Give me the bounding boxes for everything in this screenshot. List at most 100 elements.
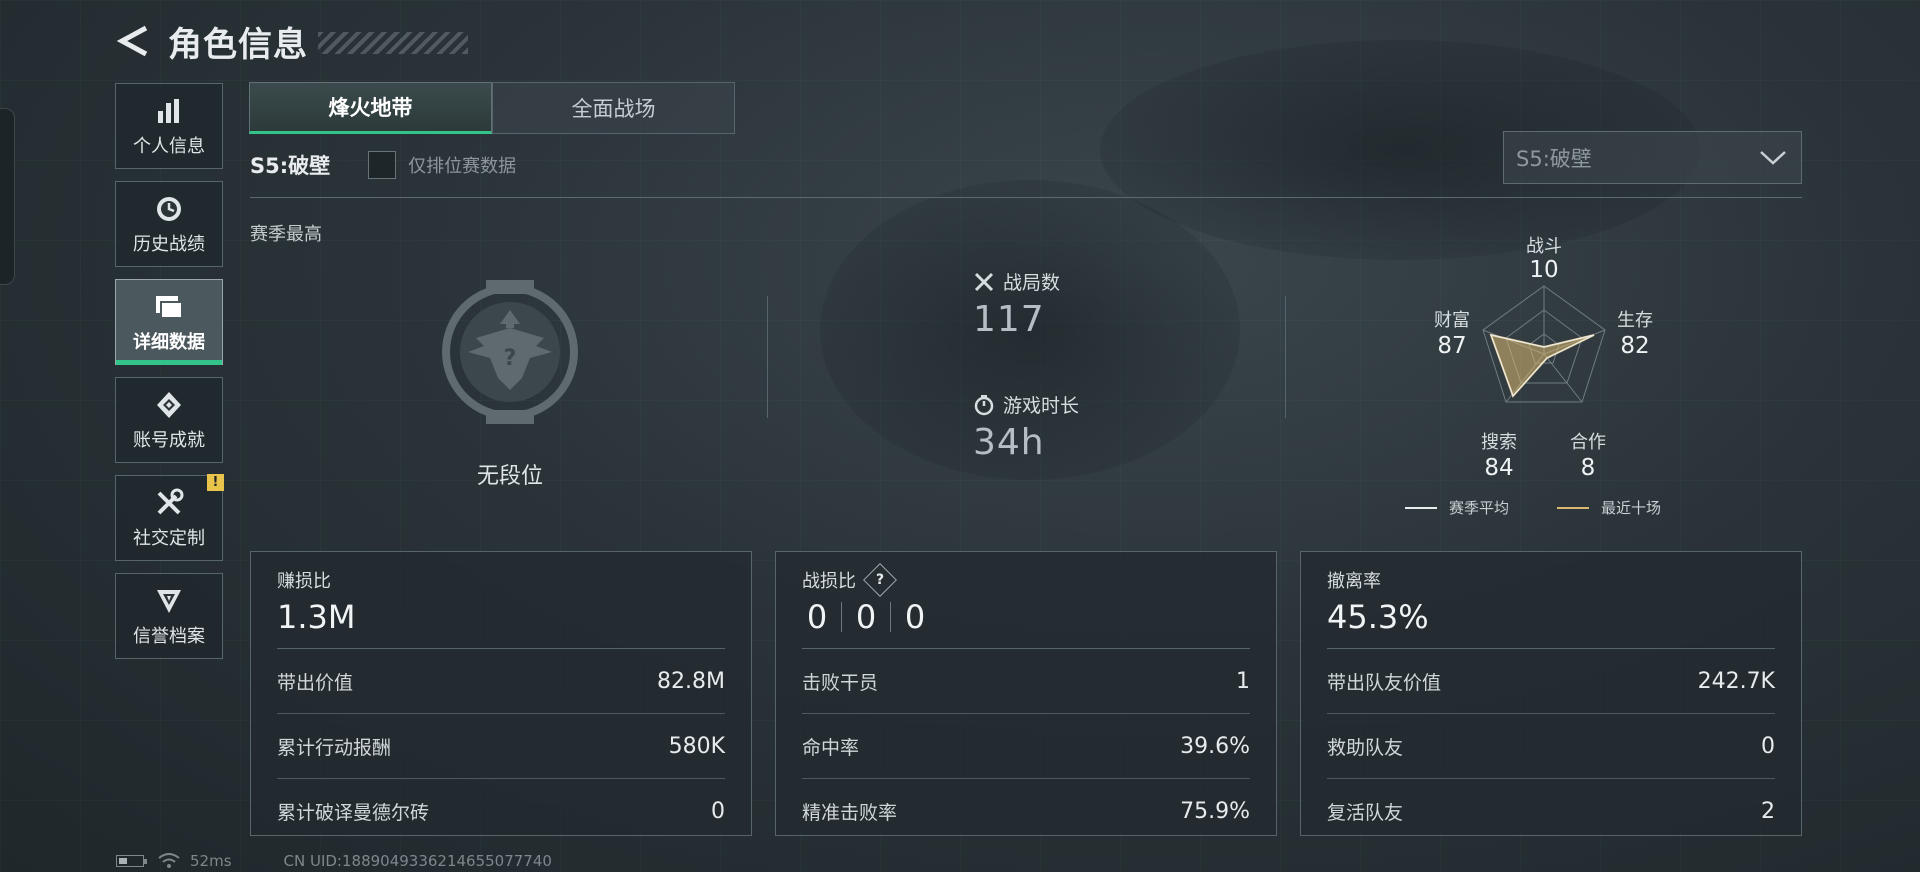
stat-row: 救助队友 0 bbox=[1327, 714, 1775, 779]
svg-text:?: ? bbox=[504, 346, 517, 371]
radar-label-combat: 战斗 bbox=[1526, 236, 1562, 257]
crossed-swords-icon bbox=[974, 272, 994, 291]
playtime-value: 34h bbox=[973, 422, 1045, 463]
back-arrow-icon bbox=[116, 25, 148, 57]
kd-values: 0 0 0 bbox=[802, 596, 1250, 638]
stat-value: 39.6% bbox=[1180, 733, 1250, 759]
tools-icon bbox=[154, 486, 184, 520]
tab-hazard-zone[interactable]: 烽火地带 bbox=[249, 82, 492, 134]
stat-key: 精准击败率 bbox=[802, 801, 898, 824]
stopwatch-icon bbox=[974, 394, 994, 415]
radar-label-survival: 生存 bbox=[1617, 310, 1653, 331]
matches-value: 117 bbox=[973, 299, 1045, 340]
extract-rate: 45.3% bbox=[1327, 598, 1429, 636]
combat-title: 战损比 bbox=[802, 571, 856, 592]
stat-key: 带出队友价值 bbox=[1327, 671, 1442, 694]
playtime-label: 游戏时长 bbox=[1003, 395, 1080, 417]
sidebar-item-label: 历史战绩 bbox=[133, 234, 205, 255]
rank-emblem-icon: ? bbox=[430, 272, 590, 436]
sidebar-item-label: 账号成就 bbox=[133, 430, 205, 451]
stat-value: 242.7K bbox=[1697, 668, 1775, 694]
vertical-divider bbox=[767, 296, 768, 418]
radar-value-wealth: 87 bbox=[1437, 333, 1467, 359]
kd-kills: 0 bbox=[806, 598, 828, 636]
radar-label-cooperation: 合作 bbox=[1570, 432, 1606, 453]
radar-value-survival: 82 bbox=[1620, 333, 1650, 359]
back-button[interactable] bbox=[112, 20, 154, 62]
stat-value: 0 bbox=[1761, 733, 1775, 759]
wifi-icon bbox=[158, 853, 180, 868]
cards-icon bbox=[154, 290, 184, 324]
medal-icon bbox=[154, 388, 184, 422]
shield-badge-icon bbox=[154, 584, 184, 618]
stat-value: 580K bbox=[668, 733, 725, 759]
combat-title-row: 战损比 ? bbox=[802, 563, 1250, 597]
sidebar-item-detailed-data[interactable]: 详细数据 bbox=[115, 279, 223, 365]
history-clock-icon bbox=[154, 192, 184, 226]
stat-row: 累计行动报酬 580K bbox=[277, 714, 725, 779]
stat-key: 累计破译曼德尔砖 bbox=[277, 801, 430, 824]
radar-label-wealth: 财富 bbox=[1434, 310, 1470, 331]
radar-chart: 战斗 10 生存 82 合作 8 搜索 84 财富 87 bbox=[1380, 222, 1700, 522]
stat-value: 1 bbox=[1236, 668, 1250, 694]
chevron-down-icon bbox=[1760, 150, 1786, 165]
battery-icon bbox=[116, 855, 147, 867]
stat-key: 击败干员 bbox=[802, 671, 879, 694]
playtime-stat: 游戏时长 34h bbox=[973, 391, 1079, 463]
season-row: S5:破壁 仅排位赛数据 bbox=[250, 150, 516, 180]
stat-key: 救助队友 bbox=[1327, 736, 1404, 759]
legend-season-average: 赛季平均 bbox=[1449, 499, 1510, 517]
stat-key: 带出价值 bbox=[277, 671, 354, 694]
season-select-value: S5:破壁 bbox=[1516, 146, 1592, 171]
user-uid: CN UID:1889049336214655077740 bbox=[283, 852, 552, 870]
radar-label-search: 搜索 bbox=[1481, 432, 1517, 453]
season-name: S5:破壁 bbox=[250, 154, 331, 178]
mode-tabs: 烽火地带 全面战场 bbox=[249, 82, 735, 134]
legend-season-average-swatch bbox=[1405, 506, 1437, 509]
stat-row: 复活队友 2 bbox=[1327, 779, 1775, 843]
stat-row: 精准击败率 75.9% bbox=[802, 779, 1250, 843]
sidebar-item-achievements[interactable]: 账号成就 bbox=[115, 377, 223, 463]
stat-value: 82.8M bbox=[657, 668, 725, 694]
radar-value-combat: 10 bbox=[1529, 257, 1559, 283]
stat-row: 带出价值 82.8M bbox=[277, 649, 725, 714]
help-icon-glyph: ? bbox=[875, 572, 885, 588]
stat-row: 累计破译曼德尔砖 0 bbox=[277, 779, 725, 843]
stat-key: 累计行动报酬 bbox=[277, 736, 392, 759]
sidebar-item-social-custom[interactable]: 社交定制 ! bbox=[115, 474, 224, 561]
notification-badge: ! bbox=[207, 474, 224, 491]
extract-panel: 撤离率 45.3% 带出队友价值 242.7K 救助队友 0 复活队友 2 bbox=[1300, 551, 1802, 836]
season-best-label: 赛季最高 bbox=[250, 224, 322, 245]
combat-panel: 战损比 ? 0 0 0 击败干员 1 命中率 39.6% 精准击败率 75.9% bbox=[775, 551, 1277, 836]
tab-warfare[interactable]: 全面战场 bbox=[492, 82, 735, 134]
sidebar: 个人信息 历史战绩 详细数据 账号成就 社交定制 ! 信誉档案 bbox=[115, 83, 225, 671]
edge-drawer-tab[interactable] bbox=[0, 108, 15, 285]
status-bar: 52ms CN UID:1889049336214655077740 bbox=[116, 852, 552, 870]
sidebar-item-label: 详细数据 bbox=[133, 332, 205, 353]
ranked-only-checkbox[interactable] bbox=[368, 151, 397, 179]
sidebar-item-personal-info[interactable]: 个人信息 bbox=[115, 83, 223, 169]
stat-row: 命中率 39.6% bbox=[802, 714, 1250, 779]
title-decoration bbox=[318, 32, 468, 54]
matches-stat: 战局数 117 bbox=[973, 268, 1060, 340]
sidebar-item-credit-file[interactable]: 信誉档案 bbox=[115, 573, 223, 659]
profit-title: 赚损比 bbox=[277, 571, 331, 592]
legend-recent-swatch bbox=[1557, 506, 1590, 509]
kd-separator bbox=[890, 602, 891, 632]
kd-deaths: 0 bbox=[855, 598, 877, 636]
header: 角色信息 bbox=[112, 16, 468, 66]
extract-title: 撤离率 bbox=[1327, 571, 1381, 592]
stat-row: 击败干员 1 bbox=[802, 649, 1250, 714]
stat-value: 0 bbox=[711, 798, 725, 824]
kd-separator bbox=[841, 602, 842, 632]
sidebar-item-history[interactable]: 历史战绩 bbox=[115, 181, 223, 267]
rank-name: 无段位 bbox=[476, 464, 543, 489]
sidebar-item-label: 社交定制 bbox=[133, 528, 205, 549]
page-title: 角色信息 bbox=[168, 24, 308, 65]
help-icon[interactable]: ? bbox=[863, 563, 897, 597]
profit-value: 1.3M bbox=[277, 598, 356, 636]
stat-row: 带出队友价值 242.7K bbox=[1327, 649, 1775, 714]
season-select[interactable]: S5:破壁 bbox=[1503, 131, 1802, 184]
radar-value-search: 84 bbox=[1484, 455, 1514, 481]
bar-chart-icon bbox=[155, 94, 183, 128]
